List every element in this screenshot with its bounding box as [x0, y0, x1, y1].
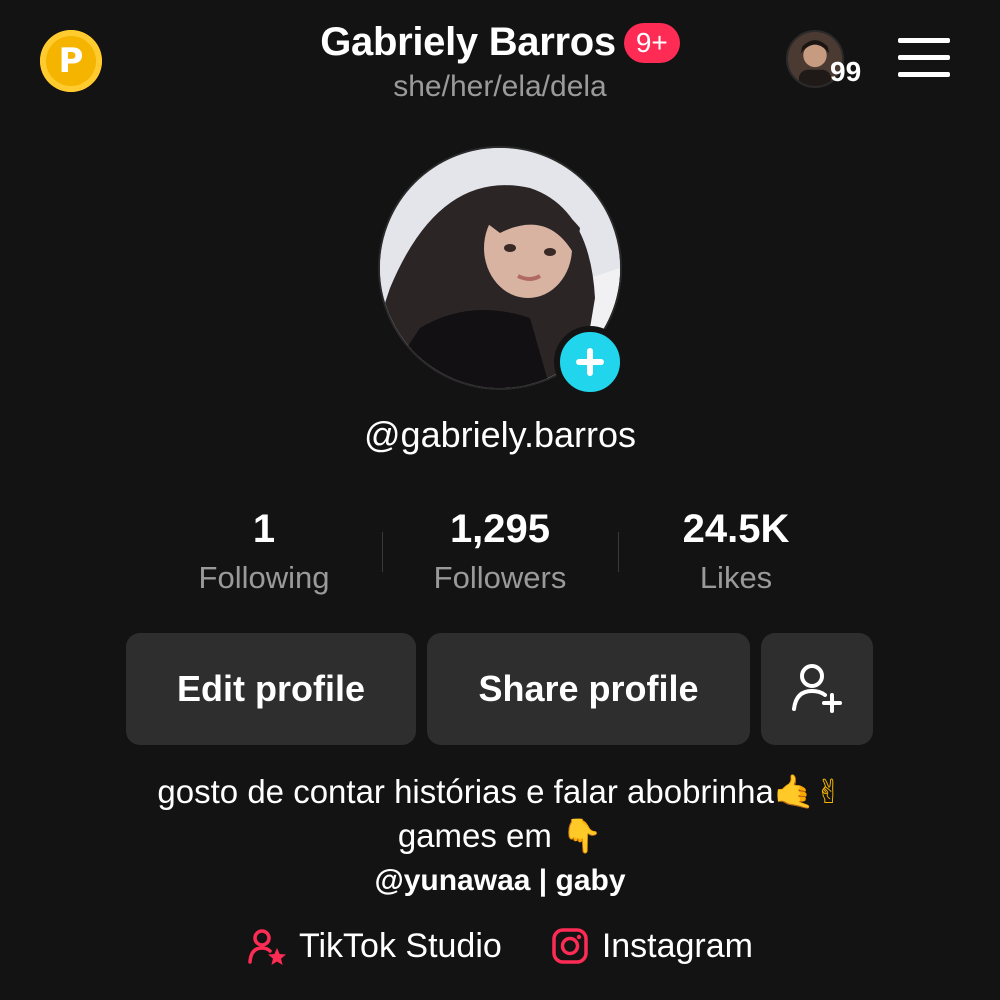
stat-followers[interactable]: 1,295 Followers [382, 506, 618, 596]
stat-following[interactable]: 1 Following [146, 506, 382, 596]
story-count: 99 [830, 56, 862, 87]
bio-text-1: gosto de contar histórias e falar abobri… [157, 773, 774, 810]
stat-likes[interactable]: 24.5K Likes [618, 506, 854, 596]
bio-text-2: games em [397, 817, 552, 854]
tiktok-studio-icon [248, 929, 286, 965]
add-friend-button[interactable] [761, 633, 873, 745]
tiktok-studio-link[interactable]: TikTok Studio [247, 926, 502, 966]
instagram-link[interactable]: Instagram [550, 926, 753, 966]
pointing-down-emoji: 👇 [561, 816, 603, 855]
notification-badge: 9+ [623, 22, 680, 63]
bio-handle[interactable]: @yunawaa | gaby [0, 864, 1000, 898]
add-user-icon [792, 664, 842, 713]
menu-icon[interactable] [898, 38, 950, 78]
stat-label: Likes [699, 560, 773, 595]
share-profile-button[interactable]: Share profile [427, 633, 750, 745]
profile-links: TikTok Studio Instagram [0, 926, 1000, 966]
display-name: Gabriely Barros [320, 20, 616, 64]
bio-line-1: gosto de contar histórias e falar abobri… [0, 770, 1000, 814]
stat-value: 1,295 [449, 507, 551, 551]
username: @gabriely.barros [364, 414, 636, 455]
stat-value: 1 [252, 507, 276, 551]
add-photo-button[interactable] [554, 326, 626, 398]
profile-avatar-container[interactable] [378, 146, 626, 398]
profile-page: P Gabriely Barros 9+ she/her/ela/dela 99 [0, 0, 1000, 1000]
profile-bio: gosto de contar histórias e falar abobri… [0, 770, 1000, 898]
stat-value: 24.5K [682, 507, 790, 551]
stat-label: Followers [433, 560, 567, 595]
profile-stats: 1 Following 1,295 Followers 24.5K Likes [146, 506, 854, 596]
edit-profile-button[interactable]: Edit profile [126, 633, 416, 745]
tiktok-studio-label: TikTok Studio [298, 926, 502, 965]
plus-icon [576, 348, 604, 376]
instagram-icon [552, 928, 588, 964]
call-me-hand-emoji: 🤙✌ [773, 772, 843, 811]
instagram-label: Instagram [601, 926, 753, 965]
bio-line-2: games em 👇 [0, 814, 1000, 858]
stat-label: Following [198, 560, 330, 595]
